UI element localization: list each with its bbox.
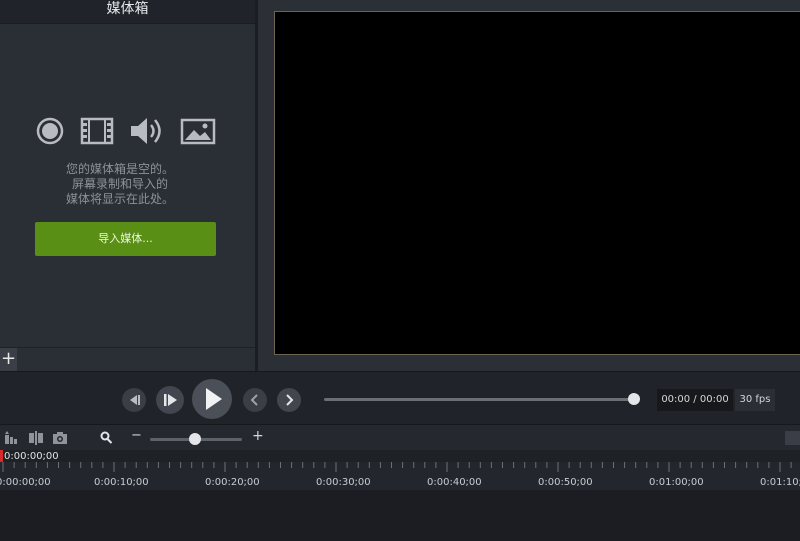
ruler-label: 0:00:40;00 bbox=[427, 477, 482, 488]
image-icon bbox=[180, 118, 216, 145]
add-button[interactable]: + bbox=[0, 348, 17, 371]
media-type-icons bbox=[32, 113, 222, 149]
track-icon[interactable] bbox=[4, 431, 18, 445]
ruler-ticks bbox=[2, 462, 792, 472]
scrubber-handle[interactable] bbox=[628, 393, 640, 405]
ruler-label: 0:00:50;00 bbox=[538, 477, 593, 488]
import-media-button[interactable]: 导入媒体... bbox=[35, 222, 216, 256]
play-icon bbox=[206, 388, 222, 410]
fps-display[interactable]: 30 fps bbox=[735, 389, 775, 411]
search-icon[interactable] bbox=[100, 431, 113, 445]
audio-icon bbox=[131, 118, 161, 144]
previous-clip-button[interactable] bbox=[122, 388, 146, 412]
empty-line-3: 媒体将显示在此处。 bbox=[66, 192, 175, 206]
zoom-out-button[interactable]: − bbox=[131, 428, 142, 443]
ruler-label: 0:00:20;00 bbox=[205, 477, 260, 488]
media-bin-title: 媒体箱 bbox=[106, 1, 149, 17]
step-forward-button[interactable] bbox=[156, 386, 184, 414]
record-icon bbox=[36, 117, 64, 145]
ruler-label: 0:00:10;00 bbox=[94, 477, 149, 488]
zoom-slider-handle[interactable] bbox=[189, 433, 201, 445]
timeline-toolbar: − + bbox=[0, 424, 800, 450]
zoom-in-button[interactable]: + bbox=[252, 428, 264, 444]
media-bin-footer: + bbox=[0, 347, 255, 371]
media-bin-panel: 媒体箱 您的媒体箱是空的。 屏幕录制和导入的 媒体将显示在此处。 导入媒体...… bbox=[0, 0, 255, 371]
forward-icon bbox=[286, 394, 294, 406]
ruler-label: 0:01:10;00 bbox=[760, 477, 800, 488]
empty-line-2: 屏幕录制和导入的 bbox=[72, 177, 169, 191]
media-bin-empty-message: 您的媒体箱是空的。 屏幕录制和导入的 媒体将显示在此处。 bbox=[30, 162, 240, 207]
step-icon bbox=[164, 394, 177, 406]
ruler-label: 0:00:30;00 bbox=[316, 477, 371, 488]
next-marker-button[interactable] bbox=[277, 388, 301, 412]
film-icon bbox=[80, 117, 114, 145]
scrubber-track[interactable] bbox=[324, 398, 635, 401]
preview-canvas[interactable] bbox=[274, 11, 800, 355]
empty-line-1: 您的媒体箱是空的。 bbox=[66, 162, 175, 176]
play-button[interactable] bbox=[192, 379, 232, 419]
playhead-time: 0:00:00;00 bbox=[4, 451, 59, 462]
timeline[interactable]: 0:00:00;00 0:00:00;00 0:00:10;00 0:00:20… bbox=[0, 450, 800, 541]
time-display: 00:00 / 00:00 bbox=[657, 389, 733, 411]
prev-clip-icon bbox=[130, 395, 140, 405]
back-icon bbox=[250, 394, 258, 406]
playback-bar: 00:00 / 00:00 30 fps bbox=[0, 371, 800, 424]
split-icon[interactable] bbox=[28, 431, 44, 445]
media-bin-header: 媒体箱 bbox=[0, 0, 255, 24]
camera-icon[interactable] bbox=[52, 431, 68, 445]
ruler-label: 0:01:00;00 bbox=[649, 477, 704, 488]
playhead-marker[interactable] bbox=[0, 450, 3, 462]
timeline-panel-button[interactable] bbox=[785, 431, 800, 445]
previous-marker-button[interactable] bbox=[243, 388, 267, 412]
preview-area bbox=[258, 0, 800, 371]
ruler-label: 0:00:00;00 bbox=[0, 477, 51, 488]
track-area[interactable] bbox=[0, 490, 800, 541]
